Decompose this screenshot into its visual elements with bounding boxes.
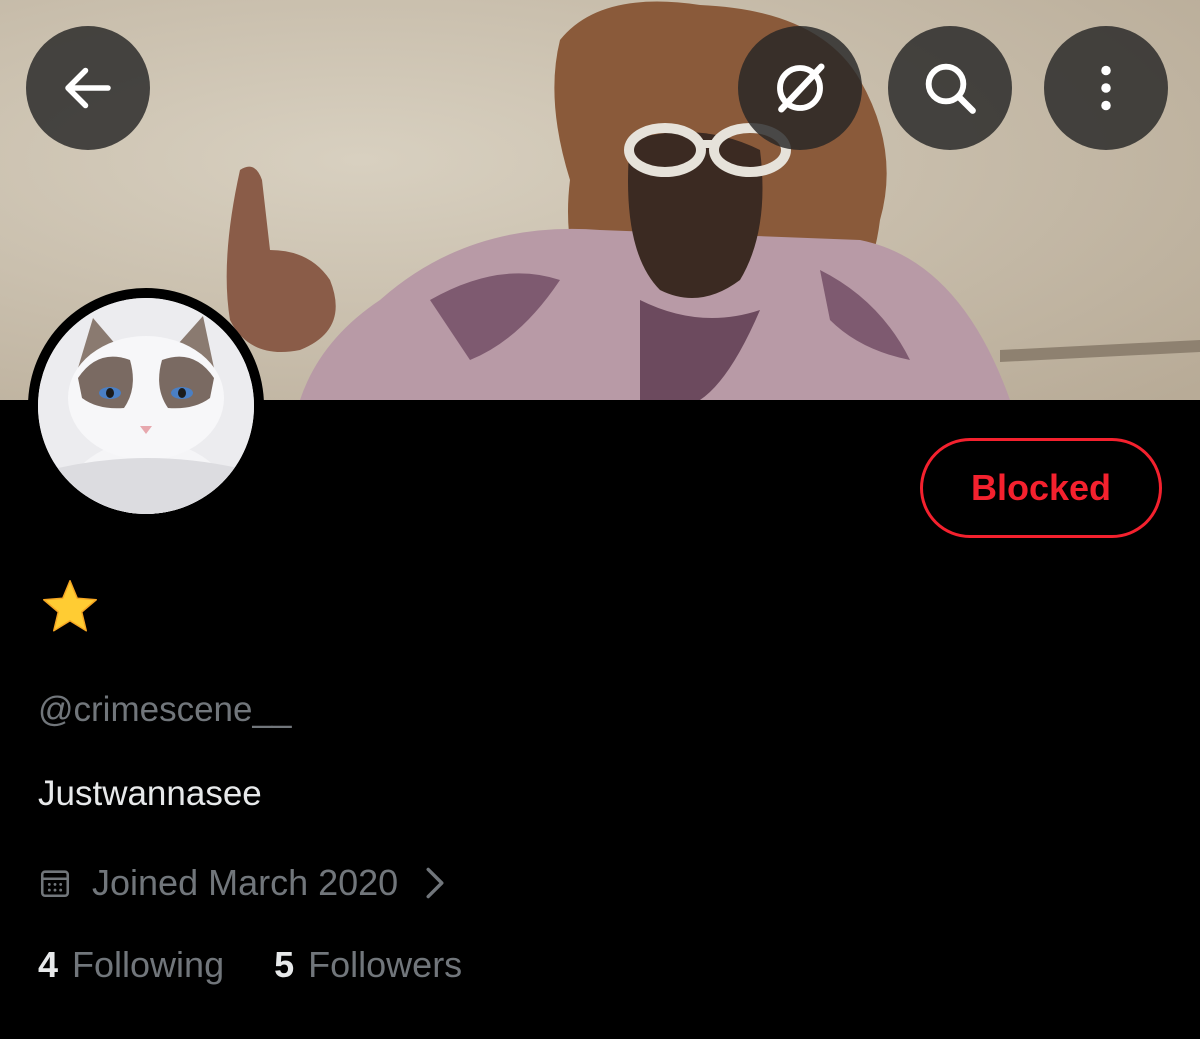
followers-link[interactable]: 5 Followers bbox=[274, 944, 462, 986]
joined-date: Joined March 2020 bbox=[92, 862, 399, 903]
followers-count: 5 bbox=[274, 944, 295, 985]
search-button[interactable] bbox=[888, 26, 1012, 150]
more-options-button[interactable] bbox=[1044, 26, 1168, 150]
calendar-icon bbox=[38, 866, 72, 900]
avatar-image bbox=[38, 298, 254, 514]
chevron-right-icon bbox=[424, 866, 446, 900]
joined-date-row[interactable]: Joined March 2020 bbox=[38, 858, 446, 908]
following-link[interactable]: 4 Following bbox=[38, 944, 224, 986]
following-count: 4 bbox=[38, 944, 59, 985]
blocked-button[interactable]: Blocked bbox=[920, 438, 1162, 538]
search-icon bbox=[925, 63, 976, 114]
grok-icon bbox=[777, 63, 825, 113]
avatar[interactable] bbox=[28, 288, 264, 524]
following-label: Following bbox=[72, 944, 225, 985]
back-button[interactable] bbox=[26, 26, 150, 150]
followers-label: Followers bbox=[308, 944, 463, 985]
display-name bbox=[40, 578, 104, 638]
star-icon bbox=[43, 580, 97, 632]
arrow-left-icon bbox=[65, 67, 111, 109]
user-bio: Justwannasee bbox=[38, 774, 262, 813]
more-vertical-icon bbox=[1101, 65, 1111, 111]
user-handle: @crimescene__ bbox=[38, 690, 292, 729]
follow-stats: 4 Following 5 Followers bbox=[38, 944, 462, 986]
grok-button[interactable] bbox=[738, 26, 862, 150]
